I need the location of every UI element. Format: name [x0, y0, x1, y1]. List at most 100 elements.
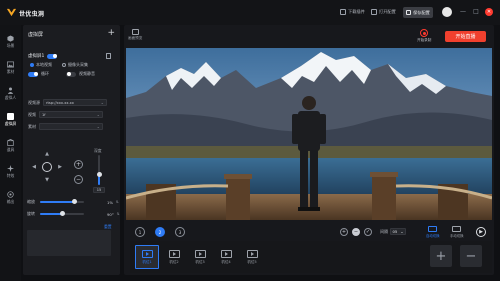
scene-control-bar: 1 2 3 + − ✓ 间隔 05 ⌄ 自动切换 手动切换 ▶: [130, 225, 492, 239]
app-title: 世优虫洞: [19, 11, 45, 18]
sidebar-item-scene[interactable]: 场景: [0, 31, 21, 53]
arrow-up-button[interactable]: ▲: [43, 150, 51, 158]
select-value: 1f: [42, 112, 46, 117]
shot-item-1[interactable]: 机位1: [135, 245, 159, 269]
close-button[interactable]: ✕: [485, 8, 493, 16]
video-icon: [220, 249, 232, 258]
mute-toggle[interactable]: [66, 71, 76, 77]
slider-knob[interactable]: [59, 211, 65, 217]
screen-name: 虚拟屏1: [28, 54, 45, 59]
loop-toggle[interactable]: [28, 71, 38, 77]
auto-switch-button[interactable]: 自动切换: [426, 226, 440, 238]
sidebar-item-avatar[interactable]: 虚拟人: [0, 83, 21, 105]
top-bar: 世优虫洞 下载插件 打开配置 保存配置 — □ ✕: [0, 0, 500, 25]
arrow-down-button[interactable]: ▼: [43, 176, 51, 184]
tab-preview[interactable]: 画面预览: [128, 29, 142, 41]
save-config-label: 保存配置: [413, 9, 430, 15]
folder-icon: [371, 9, 377, 15]
shot-item-3[interactable]: 机位3: [188, 245, 212, 269]
add-screen-button[interactable]: +: [107, 28, 115, 38]
stepper-icon[interactable]: ⇅: [116, 200, 119, 204]
depth-slider[interactable]: [96, 155, 102, 185]
scene-preview-image: [126, 48, 492, 220]
minimize-button[interactable]: —: [459, 8, 467, 16]
tab-label: 画面预览: [128, 36, 143, 40]
manual-switch-button[interactable]: 手动切换: [450, 226, 464, 238]
box-icon: [7, 138, 14, 146]
start-live-button[interactable]: 开始直播: [445, 31, 486, 42]
zoom-out-button[interactable]: −: [74, 175, 83, 184]
arrow-left-button[interactable]: ◀: [30, 163, 38, 171]
sidebar-item-output[interactable]: 输出: [0, 187, 21, 209]
shot-item-4[interactable]: 机位4: [214, 245, 238, 269]
play-button[interactable]: ▶: [476, 227, 486, 237]
video-select[interactable]: 1f ⌄: [39, 111, 103, 118]
download-plugin-button[interactable]: 下载插件: [340, 7, 365, 17]
open-config-button[interactable]: 打开配置: [371, 7, 396, 17]
monitor-icon: [131, 29, 139, 35]
screen-toggle[interactable]: [47, 53, 58, 59]
radio-camera[interactable]: 摄像头采集: [62, 62, 88, 68]
field-label: 视频源: [28, 99, 40, 105]
cube-icon: [7, 35, 14, 42]
shot-label: 机位2: [169, 259, 179, 264]
radio-label: 摄像头采集: [68, 62, 88, 67]
sidebar-item-label: 场景: [6, 43, 15, 49]
playback-row: 循环 视频静音: [28, 71, 95, 77]
maximize-button[interactable]: □: [472, 8, 480, 16]
screen-icon: [7, 112, 14, 120]
radio-local-video[interactable]: 本地视频: [30, 62, 52, 68]
output-icon: [7, 191, 14, 198]
scene-number-1[interactable]: 1: [135, 227, 145, 237]
confirm-scene-button[interactable]: ✓: [364, 228, 372, 236]
slider-knob[interactable]: [71, 199, 77, 205]
add-scene-button[interactable]: +: [340, 228, 348, 236]
rotate-slider[interactable]: [40, 211, 84, 217]
arrow-right-button[interactable]: ▶: [56, 163, 64, 171]
remove-shot-button[interactable]: −: [460, 245, 482, 267]
source-select[interactable]: rtsp://xxx.xx.xx ⌄: [43, 99, 107, 106]
slider-fill: [40, 201, 75, 203]
download-label: 下载插件: [348, 9, 365, 14]
sidebar-item-virtual-screen[interactable]: 虚拟屏: [0, 109, 21, 131]
app-logo-icon: [6, 8, 17, 17]
notes-textarea[interactable]: [27, 230, 111, 256]
sidebar-item-material[interactable]: 素材: [0, 57, 21, 79]
sidebar: 场景 素材 虚拟人 虚拟屏 道具 特效 输出: [0, 25, 21, 281]
remove-scene-button[interactable]: −: [352, 228, 360, 236]
rotate-value: 90°: [107, 211, 114, 217]
interval-control: 间隔 05 ⌄: [380, 228, 406, 235]
shot-item-5[interactable]: 机位5: [240, 245, 264, 269]
material-select[interactable]: ⌄: [39, 123, 103, 130]
position-dpad: ▲ ▼ ◀ ▶: [30, 150, 64, 184]
download-icon: [340, 9, 346, 15]
scale-slider[interactable]: [40, 199, 84, 205]
scene-number-2[interactable]: 2: [155, 227, 165, 237]
scene-number-3[interactable]: 3: [175, 227, 185, 237]
delete-screen-icon[interactable]: [106, 53, 111, 59]
chevron-down-icon: ⌄: [100, 100, 104, 105]
manual-switch-label: 手动切换: [450, 234, 464, 238]
interval-select[interactable]: 05 ⌄: [390, 228, 406, 235]
scale-label: 缩放: [27, 199, 35, 204]
sidebar-item-props[interactable]: 道具: [0, 135, 21, 157]
zoom-in-button[interactable]: +: [74, 160, 83, 169]
shot-item-2[interactable]: 机位2: [162, 245, 186, 269]
stepper-icon[interactable]: ⇅: [117, 212, 120, 216]
auto-switch-icon: [428, 226, 438, 232]
sidebar-item-label: 特效: [6, 173, 15, 179]
radio-dot: [62, 63, 66, 67]
chevron-down-icon: ⌄: [96, 112, 100, 117]
slider-fill: [40, 213, 62, 215]
avatar[interactable]: [442, 7, 452, 17]
scale-row: 缩放 1% ⇅: [27, 199, 119, 205]
open-config-label: 打开配置: [379, 9, 396, 14]
add-shot-button[interactable]: +: [430, 245, 452, 267]
sidebar-item-label: 道具: [6, 147, 15, 153]
slider-knob[interactable]: [96, 172, 102, 177]
record-button[interactable]: 开始录制: [417, 29, 431, 43]
sidebar-item-effects[interactable]: 特效: [0, 161, 21, 183]
depth-value[interactable]: 15: [93, 187, 105, 193]
save-config-button[interactable]: 保存配置: [403, 7, 433, 18]
dpad-center-button[interactable]: [42, 162, 52, 172]
